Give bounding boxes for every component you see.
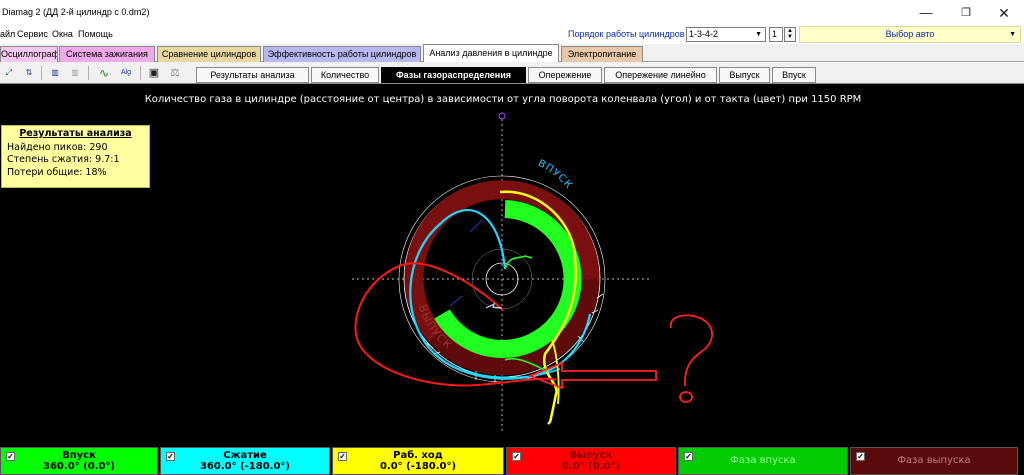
chevron-down-icon: ▼ xyxy=(755,31,762,38)
subtab-advance-linear[interactable]: Опережение линейно xyxy=(604,67,717,83)
auto-select-value: Выбор авто xyxy=(885,29,935,39)
results-peaks: Найдено пиков: 290 xyxy=(7,141,108,153)
polar-plot-canvas: ВПУСК ВЫПУСК xyxy=(352,112,714,434)
legend-exhaust[interactable]: ✓ Выпуск 0.0° (0.0°) xyxy=(506,447,676,475)
results-title: Результаты анализа xyxy=(19,128,132,139)
cylinder-order-select[interactable]: 1-3-4-2 ▼ xyxy=(686,27,766,42)
close-button[interactable]: ✕ xyxy=(984,0,1024,26)
stroke-legend-bar: ✓ Впуск 360.0° (0.0°) ✓ Сжатие 360.0° (-… xyxy=(0,446,1024,475)
annotation-question-mark xyxy=(669,314,714,387)
subtab-intake[interactable]: Впуск xyxy=(772,67,816,83)
menu-file[interactable]: айл xyxy=(0,29,15,39)
legend-intake-value: 360.0° (0.0°) xyxy=(43,461,115,472)
annotation-question-dot xyxy=(679,391,693,403)
legend-compression[interactable]: ✓ Сжатие 360.0° (-180.0°) xyxy=(160,447,330,475)
toolbar-separator xyxy=(41,66,42,80)
legend-intake[interactable]: ✓ Впуск 360.0° (0.0°) xyxy=(0,447,158,475)
menu-service[interactable]: Сервис xyxy=(17,29,48,39)
cylinder-number-field[interactable]: 1 xyxy=(769,27,783,42)
legend-compression-value: 360.0° (-180.0°) xyxy=(199,461,291,472)
intake-ring-label: ВПУСК xyxy=(536,158,574,191)
chevron-down-icon: ▼ xyxy=(1009,31,1016,38)
cylinder-order-value: 1-3-4-2 xyxy=(689,29,719,39)
analysis-results-box: Результаты анализа Найдено пиков: 290 Ст… xyxy=(1,125,150,188)
subtab-advance[interactable]: Опережение xyxy=(528,67,602,83)
top-marker-icon xyxy=(498,112,506,120)
intake-start-divider xyxy=(469,219,483,233)
subtab-analysis-results[interactable]: Результаты анализа xyxy=(196,67,309,83)
window-title: Diamag 2 (ДД 2-й цилиндр с 0.dm2) xyxy=(2,7,150,17)
tab-cylinder-pressure-analysis[interactable]: Анализ давления в цилиндре xyxy=(423,44,559,63)
scales-icon[interactable]: ⚖ xyxy=(166,65,184,81)
toolbar-separator xyxy=(140,66,141,80)
exhaust-divider xyxy=(449,295,463,307)
plot-title: Количество газа в цилиндре (расстояние о… xyxy=(144,94,862,105)
subtab-quantity[interactable]: Количество xyxy=(311,67,379,83)
legend-exhaust-phase[interactable]: ✓ Фаза выпуска xyxy=(850,447,1018,475)
menu-help[interactable]: Помощь xyxy=(78,29,113,39)
bar-chart-icon[interactable]: ▥ xyxy=(46,65,64,81)
tab-ignition-system[interactable]: Система зажигания xyxy=(59,46,155,62)
legend-exhaust-value: 0.0° (0.0°) xyxy=(561,461,621,472)
polar-valve-timing-plot[interactable]: ВПУСК ВЫПУСК Количество газа в цилиндре … xyxy=(0,84,1024,446)
menu-windows[interactable]: Окна xyxy=(52,29,73,39)
legend-power-stroke[interactable]: ✓ Раб. ход 0.0° (-180.0°) xyxy=(332,447,504,475)
tab-oscilloscope[interactable]: Осциллограф xyxy=(0,46,58,62)
tab-power-supply[interactable]: Электропитание xyxy=(561,46,643,62)
cylinder-number-value: 1 xyxy=(772,29,778,39)
cylinder-order-label: Порядок работы цилиндров xyxy=(568,29,685,39)
legend-power-value: 0.0° (-180.0°) xyxy=(379,461,457,472)
legend-intake-phase[interactable]: ✓ Фаза впуска xyxy=(678,447,848,475)
toolbar-separator xyxy=(88,66,89,80)
maximize-button[interactable]: ❐ xyxy=(946,0,986,26)
cylinder-number-stepper[interactable]: ▲ ▼ xyxy=(784,27,796,42)
primary-tab-bar: Осциллограф Система зажигания Сравнение … xyxy=(0,44,1024,63)
analysis-toolbar: ⤢ ⇅ ▥ ▥ ∿ Alg ▣ ⚖ Результаты анализа Кол… xyxy=(0,62,1024,84)
algorithm-icon[interactable]: Alg xyxy=(117,65,135,81)
legend-exhaust-phase-name: Фаза выпуска xyxy=(897,455,971,466)
tab-cylinder-comparison[interactable]: Сравнение цилиндров xyxy=(157,46,261,62)
trace-icon[interactable]: ∿ xyxy=(95,65,113,81)
graph-pan-icon[interactable]: ⇅ xyxy=(20,65,38,81)
disabled-bar-chart-icon: ▥ xyxy=(71,68,79,77)
subtab-valve-timing[interactable]: Фазы газораспределения xyxy=(381,67,526,83)
intake-trace xyxy=(504,255,533,270)
auto-select-dropdown[interactable]: Выбор авто ▼ xyxy=(799,26,1021,43)
title-bar: Diamag 2 (ДД 2-й цилиндр с 0.dm2) — ❐ ✕ xyxy=(0,0,1024,26)
stepper-down-icon: ▼ xyxy=(787,34,793,40)
results-compression-ratio: Степень сжатия: 9.7:1 xyxy=(7,154,120,165)
legend-intake-phase-name: Фаза впуска xyxy=(730,455,796,466)
minimize-button[interactable]: — xyxy=(906,0,946,26)
save-icon[interactable]: ▣ xyxy=(145,65,163,81)
subtab-exhaust[interactable]: Выпуск xyxy=(719,67,770,83)
tab-cylinder-efficiency[interactable]: Эффективность работы цилиндров xyxy=(263,46,421,62)
results-total-losses: Потери общие: 18% xyxy=(7,166,107,178)
graph-zoom-icon[interactable]: ⤢ xyxy=(0,65,18,81)
